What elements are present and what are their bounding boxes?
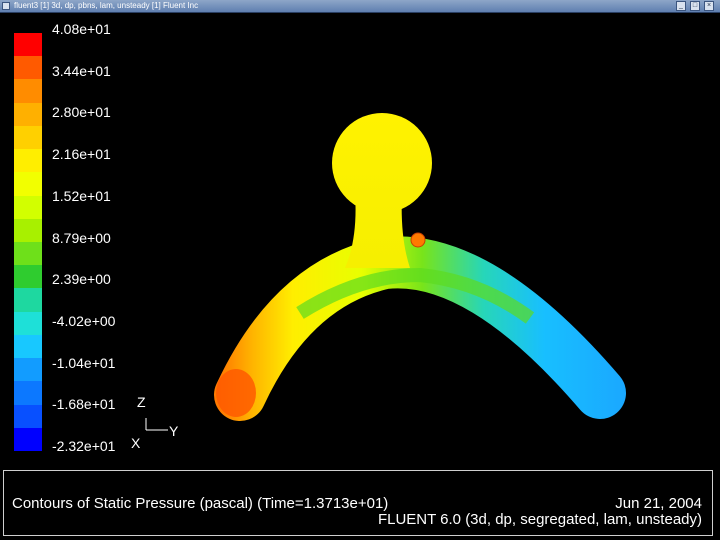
probe-marker [410, 232, 426, 248]
caption-date: Jun 21, 2004 [615, 495, 702, 512]
colorbar-swatch [14, 56, 42, 80]
graphics-canvas[interactable]: 4.08e+01 3.44e+01 2.80e+01 2.16e+01 1.52e+01… [0, 13, 720, 470]
close-button[interactable]: × [704, 1, 714, 11]
colorbar-swatch [14, 218, 42, 243]
colorbar-swatch [14, 265, 42, 289]
pressure-colorbar [14, 33, 42, 463]
colorbar-tick-label: 3.44e+01 [52, 62, 111, 79]
colorbar-tick-label: -2.32e+01 [52, 438, 116, 454]
window-title: fluent3 [1] 3d, dp, pbns, lam, unsteady … [14, 1, 199, 10]
minimize-button[interactable]: _ [676, 1, 686, 11]
colorbar-tick-label: 2.39e+00 [52, 271, 111, 288]
colorbar-tick-label: -1.04e+01 [52, 354, 116, 371]
colorbar-swatch [14, 195, 42, 220]
pipe-body [214, 236, 626, 421]
plot-caption: Contours of Static Pressure (pascal) (Ti… [3, 470, 713, 536]
window-menu-icon[interactable] [2, 2, 10, 10]
colorbar-swatch [14, 334, 42, 359]
caption-version: FLUENT 6.0 (3d, dp, segregated, lam, uns… [377, 511, 702, 528]
y-axis-label: Y [169, 423, 179, 439]
colorbar-swatch [14, 381, 42, 406]
colorbar-swatch [14, 242, 42, 266]
colorbar-swatch [14, 427, 42, 452]
colorbar-tick-label: 1.52e+01 [52, 187, 111, 204]
colorbar-swatch [14, 404, 42, 429]
colorbar-swatch [14, 79, 42, 104]
colorbar-swatch [14, 172, 42, 197]
caption-title: Contours of Static Pressure (pascal) (Ti… [12, 495, 389, 512]
colorbar-tick-label: 8.79e+00 [52, 229, 111, 246]
window-title-bar: fluent3 [1] 3d, dp, pbns, lam, unsteady … [0, 0, 720, 13]
colorbar-tick-label: -4.02e+00 [52, 312, 116, 329]
colorbar-swatch [14, 288, 42, 313]
colorbar-tick-label: 2.16e+01 [52, 146, 111, 163]
x-axis-label: X [131, 435, 141, 451]
colorbar-swatch [14, 125, 42, 150]
maximize-button[interactable]: □ [690, 1, 700, 11]
colorbar-swatch [14, 102, 42, 127]
colorbar-swatch [14, 358, 42, 382]
colorbar-swatch [14, 33, 42, 57]
pipe-left-end [216, 369, 256, 417]
colorbar-tick-label: 2.80e+01 [52, 104, 111, 121]
colorbar-swatch [14, 149, 42, 173]
bulb [332, 113, 432, 213]
colorbar-tick-label: 4.08e+01 [52, 21, 111, 37]
colorbar-swatch [14, 311, 42, 336]
colorbar-tick-label: -1.68e+01 [52, 396, 116, 413]
z-axis-label: Z [137, 394, 146, 410]
